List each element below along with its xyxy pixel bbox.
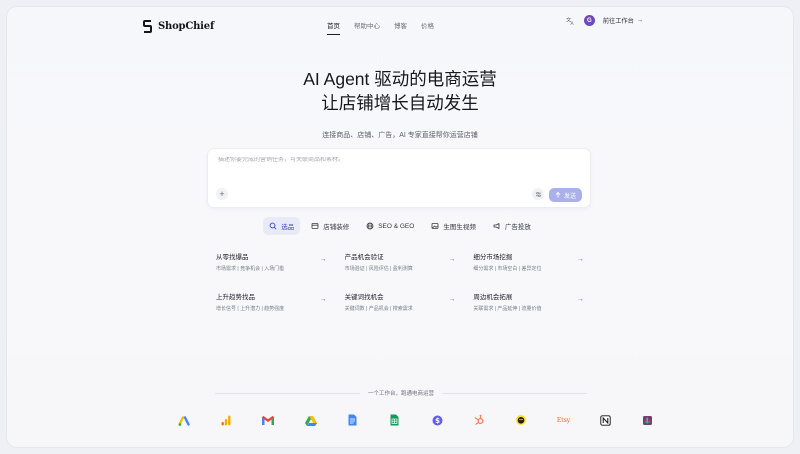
google-ads-icon xyxy=(177,413,191,427)
plus-icon: + xyxy=(219,188,225,199)
app-window: ShopChief 首页 帮助中心 博客 价格 文A G 前往工作台 → AI … xyxy=(7,7,793,447)
integrations-divider: 一个工作台，跑通电商运营 xyxy=(215,389,588,397)
task-card[interactable]: 产品机会验证 市场验证 | 风险评估 | 盈利测算 → xyxy=(339,244,462,280)
card-tags: 增长信号 | 上升潜力 | 趋势强度 xyxy=(216,306,285,312)
card-title: 从零找爆品 xyxy=(216,254,249,261)
card-title: 产品机会验证 xyxy=(344,254,384,261)
card-title: 周边机会拓展 xyxy=(473,294,513,301)
google-sheets-icon xyxy=(388,413,402,427)
arrow-right-icon: → xyxy=(448,296,456,303)
header-actions: 文A G 前往工作台 → xyxy=(566,15,643,26)
arrow-up-icon xyxy=(555,192,561,198)
etsy-icon: Etsy xyxy=(557,413,571,427)
tab-store-design[interactable]: 店铺装修 xyxy=(305,217,355,235)
task-card[interactable]: 周边机会拓展 关联需求 | 产品延伸 | 流量价值 → xyxy=(467,284,590,320)
task-card[interactable]: 从零找爆品 市场需求 | 竞争机会 | 入场门槛 → xyxy=(210,244,333,280)
divider-line xyxy=(442,392,588,394)
tab-product-selection[interactable]: 选品 xyxy=(263,217,301,235)
prompt-box: + 发送 xyxy=(207,148,591,208)
card-title: 细分市场挖掘 xyxy=(473,254,513,261)
globe-icon xyxy=(366,222,374,230)
task-card[interactable]: 细分市场挖掘 细分需求 | 市场空白 | 差异定位 → xyxy=(467,244,590,280)
card-tags: 关键词数 | 产品机会 | 搜索需求 xyxy=(344,306,413,312)
task-card-grid: 从零找爆品 市场需求 | 竞争机会 | 入场门槛 → 产品机会验证 市场验证 |… xyxy=(210,244,590,320)
nav-pricing[interactable]: 价格 xyxy=(421,16,434,35)
store-icon xyxy=(311,223,319,229)
category-tabs: 选品 店铺装修 SEO & GEO 生图生视频 广告投放 xyxy=(7,217,793,235)
svg-text:A: A xyxy=(571,21,575,25)
google-docs-icon xyxy=(346,413,360,427)
tab-label: 选品 xyxy=(281,224,295,231)
arrow-right-icon: → xyxy=(576,256,584,263)
stripe-icon: $ xyxy=(430,413,444,427)
hero-title-line-2: 让店铺增长自动发生 xyxy=(321,93,479,113)
sliders-icon xyxy=(535,191,541,197)
brand-name: ShopChief xyxy=(158,21,215,32)
etsy-wordmark: Etsy xyxy=(556,416,571,424)
workspace-label: 前往工作台 xyxy=(602,18,634,25)
hero-title: AI Agent 驱动的电商运营 让店铺增长自动发生 xyxy=(7,67,793,115)
analytics-icon xyxy=(219,413,233,427)
nav-blog[interactable]: 博客 xyxy=(394,16,407,35)
nav-help-center[interactable]: 帮助中心 xyxy=(354,16,380,35)
slack-icon xyxy=(641,413,655,427)
send-button[interactable]: 发送 xyxy=(549,188,582,202)
shopchief-logo-icon xyxy=(143,20,152,33)
mailchimp-icon xyxy=(514,413,528,427)
user-avatar[interactable]: G xyxy=(583,15,595,26)
arrow-right-icon: → xyxy=(448,256,456,263)
card-tags: 关联需求 | 产品延伸 | 流量价值 xyxy=(473,306,542,312)
svg-text:$: $ xyxy=(435,417,440,425)
card-title: 关键词找机会 xyxy=(344,294,384,301)
megaphone-icon xyxy=(493,223,500,229)
arrow-right-icon: → xyxy=(319,296,327,303)
gmail-icon xyxy=(261,413,275,427)
card-title: 上升趋势找品 xyxy=(216,294,255,301)
tab-image-video[interactable]: 生图生视频 xyxy=(425,217,482,235)
task-card[interactable]: 关键词找机会 关键词数 | 产品机会 | 搜索需求 → xyxy=(339,284,462,320)
arrow-right-icon: → xyxy=(319,256,327,263)
notion-icon xyxy=(599,413,613,427)
arrow-right-icon: → xyxy=(576,296,584,303)
brand-logo[interactable]: ShopChief xyxy=(143,20,214,33)
arrow-right-icon: → xyxy=(636,17,643,24)
go-to-workspace-link[interactable]: 前往工作台 → xyxy=(603,16,643,25)
card-tags: 细分需求 | 市场空白 | 差异定位 xyxy=(473,266,542,272)
divider-line xyxy=(215,392,360,394)
image-icon xyxy=(431,223,439,229)
tab-ads[interactable]: 广告投放 xyxy=(487,217,537,235)
integrations-row: $ Etsy xyxy=(177,413,655,427)
integrations-caption: 一个工作台，跑通电商运营 xyxy=(368,391,435,397)
tab-label: SEO & GEO xyxy=(378,222,415,230)
task-card[interactable]: 上升趋势找品 增长信号 | 上升潜力 | 趋势强度 → xyxy=(210,284,333,320)
send-label: 发送 xyxy=(563,193,576,200)
search-icon xyxy=(269,222,277,230)
main-nav: 首页 帮助中心 博客 价格 xyxy=(327,16,448,35)
google-drive-icon xyxy=(304,413,318,427)
tab-label: 生图生视频 xyxy=(443,224,476,231)
card-tags: 市场需求 | 竞争机会 | 入场门槛 xyxy=(216,266,285,272)
hubspot-icon xyxy=(472,413,486,427)
add-attachment-button[interactable]: + xyxy=(216,188,228,200)
nav-home[interactable]: 首页 xyxy=(327,16,340,35)
settings-toggle-button[interactable] xyxy=(532,188,544,200)
tab-seo-geo[interactable]: SEO & GEO xyxy=(360,217,420,235)
hero-title-line-1: AI Agent 驱动的电商运营 xyxy=(303,69,497,89)
task-prompt-input[interactable] xyxy=(218,157,568,163)
tab-label: 店铺装修 xyxy=(323,224,350,231)
card-tags: 市场验证 | 风险评估 | 盈利测算 xyxy=(344,266,413,272)
tab-label: 广告投放 xyxy=(504,224,531,231)
hero-subtitle: 连接商品、店铺、广告，AI 专家直接帮你运营店铺 xyxy=(322,132,478,139)
top-header: ShopChief 首页 帮助中心 博客 价格 文A G 前往工作台 → xyxy=(7,7,793,47)
language-icon[interactable]: 文A xyxy=(566,16,576,26)
